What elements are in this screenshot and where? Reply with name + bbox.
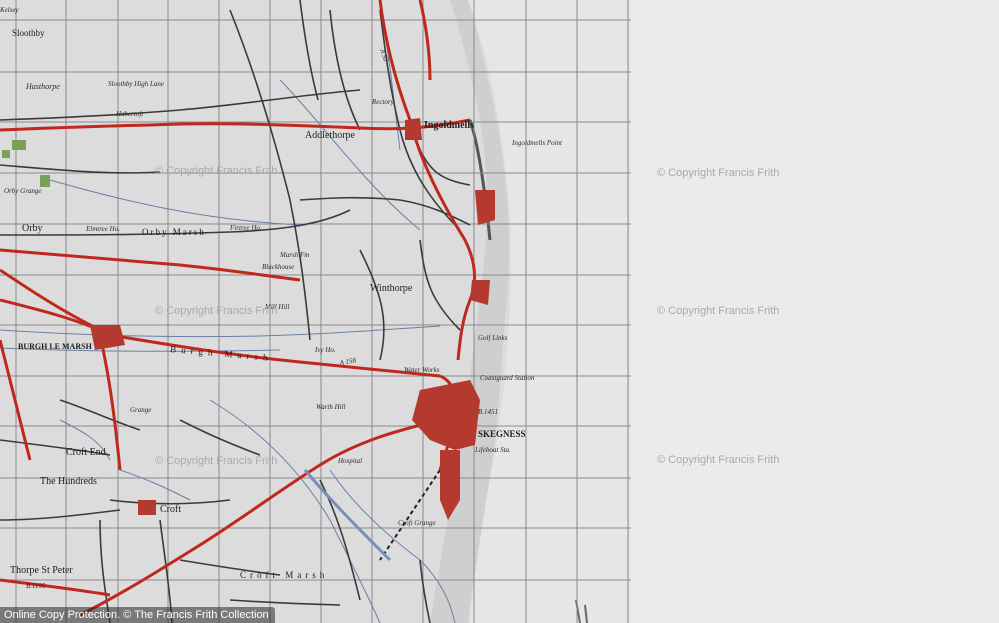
watermark: © Copyright Francis Frith bbox=[657, 454, 780, 466]
label-ivy-ho: Ivy Ho. bbox=[314, 346, 336, 354]
label-marsh-farm: Marsh Fm bbox=[279, 251, 309, 259]
label-ingoldmells: Ingoldmells bbox=[424, 120, 474, 131]
os-map[interactable]: A 158 B.1451 A 52 B.1195 Addlethorpe Ing… bbox=[0, 0, 999, 623]
label-orby-grange: Orby Grange bbox=[4, 187, 42, 195]
label-blackhouse: Blackhouse bbox=[262, 263, 294, 271]
watermark: © Copyright Francis Frith bbox=[155, 305, 278, 317]
watermark: © Copyright Francis Frith bbox=[155, 165, 278, 177]
label-lifeboat-sta: Lifeboat Sta. bbox=[474, 446, 511, 454]
label-grange: Grange bbox=[130, 406, 151, 414]
label-firtree-ho: Firtree Ho. bbox=[229, 224, 262, 232]
label-coastguard-station: Coastguard Station bbox=[480, 374, 535, 382]
label-hasthorpe: Hasthorpe bbox=[25, 82, 60, 91]
watermark: © Copyright Francis Frith bbox=[657, 305, 780, 317]
label-elmtree-ho: Elmtree Ho. bbox=[85, 225, 120, 233]
label-thorpe-st-peter: Thorpe St Peter bbox=[10, 565, 73, 576]
label-ingoldmells-point: Ingoldmells Point bbox=[511, 139, 563, 147]
label-water-works: Water Works bbox=[404, 366, 440, 374]
road-label-b1451: B.1451 bbox=[478, 408, 498, 416]
label-croft-marsh: Croft Marsh bbox=[240, 570, 328, 580]
road-label-b1195: B.1195 bbox=[26, 582, 46, 590]
label-croft-grange: Croft Grange bbox=[398, 519, 436, 527]
label-hospital: Hospital bbox=[337, 457, 362, 465]
label-croft: Croft bbox=[160, 504, 181, 515]
label-addlethorpe: Addlethorpe bbox=[305, 130, 356, 141]
label-rectory: Rectory bbox=[371, 98, 395, 106]
label-golf-links: Golf Links bbox=[478, 334, 508, 342]
label-winthorpe: Winthorpe bbox=[370, 283, 413, 294]
label-warth-hill: Warth Hill bbox=[316, 403, 346, 411]
watermark: © Copyright Francis Frith bbox=[657, 167, 780, 179]
label-croft-end: Croft End bbox=[66, 447, 106, 458]
label-the-hundreds: The Hundreds bbox=[40, 476, 97, 487]
label-kelsey: Kelsey bbox=[0, 6, 20, 14]
label-orby: Orby bbox=[22, 223, 43, 234]
label-orby-marsh: Orby Marsh bbox=[142, 227, 206, 237]
label-sloothby: Sloothby bbox=[12, 28, 45, 38]
label-habertoft: Habertoft bbox=[115, 110, 144, 118]
label-skegness: SKEGNESS bbox=[478, 429, 526, 439]
copyright-footer: Online Copy Protection. © The Francis Fr… bbox=[0, 607, 275, 623]
label-sloothby-high-lane: Sloothby High Lane bbox=[108, 80, 164, 88]
watermark: © Copyright Francis Frith bbox=[155, 455, 278, 467]
label-burgh: BURGH LE MARSH bbox=[18, 342, 93, 351]
